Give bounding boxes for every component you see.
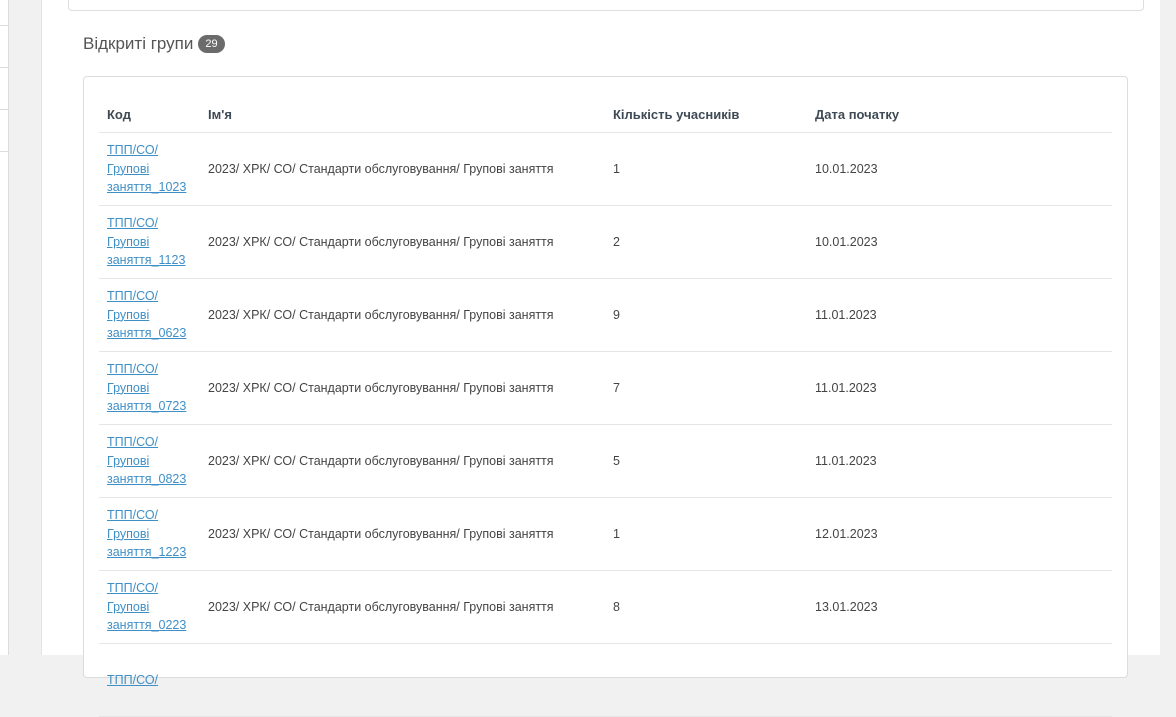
cell-name: 2023/ ХРК/ СО/ Стандарти обслуговування/…: [200, 424, 605, 498]
sidebar-divider: [0, 109, 8, 110]
cell-name: 2023/ ХРК/ СО/ Стандарти обслуговування/…: [200, 278, 605, 352]
cell-name: 2023/ ХРК/ СО/ Стандарти обслуговування/…: [200, 205, 605, 279]
column-header-code[interactable]: Код: [99, 96, 200, 133]
cell-start-date: 11.01.2023: [807, 278, 1112, 352]
group-code-link[interactable]: ТПП/СО/Групові заняття_1123: [107, 214, 192, 270]
group-code-part: Групові: [107, 161, 150, 176]
group-code-link[interactable]: ТПП/СО/Групові заняття_0223: [107, 579, 192, 635]
cell-start-date: 10.01.2023: [807, 132, 1112, 206]
cell-members: 1: [605, 497, 807, 571]
cell-code: ТПП/СО/: [99, 643, 200, 717]
group-code-part: заняття_0223: [107, 618, 187, 633]
section-title: Відкриті групи: [83, 34, 194, 53]
table-row: ТПП/СО/: [99, 643, 1112, 717]
table-row: ТПП/СО/Групові заняття_1023 2023/ ХРК/ СО/…: [99, 132, 1112, 206]
group-code-part: Групові: [107, 234, 150, 249]
group-code-part: ТПП/СО/: [107, 143, 159, 158]
group-code-part: ТПП/СО/: [107, 289, 159, 304]
group-code-part: заняття_0823: [107, 472, 187, 487]
cell-code: ТПП/СО/Групові заняття_0223: [99, 570, 200, 644]
cell-code: ТПП/СО/Групові заняття_1023: [99, 132, 200, 206]
cell-members: 2: [605, 205, 807, 279]
group-count-badge: 29: [198, 35, 225, 53]
group-code-part: ТПП/СО/: [107, 435, 159, 450]
group-code-part: заняття_0623: [107, 326, 187, 341]
group-code-link[interactable]: ТПП/СО/Групові заняття_0823: [107, 433, 192, 489]
cell-members: [605, 643, 807, 717]
column-header-start-date[interactable]: Дата початку: [807, 96, 1112, 133]
cell-code: ТПП/СО/Групові заняття_0623: [99, 278, 200, 352]
cell-name: 2023/ ХРК/ СО/ Стандарти обслуговування/…: [200, 351, 605, 425]
main-content: Відкриті групи 29 Код Ім'я Кількість уча…: [41, 0, 1160, 717]
cell-members: 9: [605, 278, 807, 352]
cell-code: ТПП/СО/Групові заняття_0723: [99, 351, 200, 425]
sidebar-divider: [0, 67, 8, 68]
cell-start-date: 11.01.2023: [807, 424, 1112, 498]
column-header-name[interactable]: Ім'я: [200, 96, 605, 133]
table-row: ТПП/СО/Групові заняття_0623 2023/ ХРК/ СО/…: [99, 278, 1112, 352]
group-code-part: заняття_0723: [107, 399, 187, 414]
table-body: ТПП/СО/Групові заняття_1023 2023/ ХРК/ СО/…: [99, 132, 1112, 717]
group-code-part: Групові: [107, 307, 150, 322]
table-row: ТПП/СО/Групові заняття_1223 2023/ ХРК/ СО/…: [99, 497, 1112, 571]
cell-code: ТПП/СО/Групові заняття_1223: [99, 497, 200, 571]
previous-section-card: [68, 0, 1144, 11]
cell-members: 1: [605, 132, 807, 206]
cell-name: [200, 643, 605, 717]
group-code-part: ТПП/СО/: [107, 672, 159, 687]
table-row: ТПП/СО/Групові заняття_0823 2023/ ХРК/ СО/…: [99, 424, 1112, 498]
group-code-link[interactable]: ТПП/СО/Групові заняття_0623: [107, 287, 192, 343]
group-code-part: Групові: [107, 380, 150, 395]
group-code-part: Групові: [107, 453, 150, 468]
cell-name: 2023/ ХРК/ СО/ Стандарти обслуговування/…: [200, 132, 605, 206]
cell-name: 2023/ ХРК/ СО/ Стандарти обслуговування/…: [200, 497, 605, 571]
group-code-part: ТПП/СО/: [107, 362, 159, 377]
cell-code: ТПП/СО/Групові заняття_0823: [99, 424, 200, 498]
group-code-part: заняття_1023: [107, 180, 187, 195]
table-row: ТПП/СО/Групові заняття_0723 2023/ ХРК/ СО/…: [99, 351, 1112, 425]
groups-table-card: Код Ім'я Кількість учасників Дата початк…: [83, 76, 1128, 717]
cell-members: 7: [605, 351, 807, 425]
table-row: ТПП/СО/Групові заняття_1123 2023/ ХРК/ СО/…: [99, 205, 1112, 279]
group-code-part: ТПП/СО/: [107, 216, 159, 231]
left-sidebar-edge: [0, 0, 9, 655]
group-code-part: заняття_1123: [107, 253, 186, 268]
group-code-link[interactable]: ТПП/СО/Групові заняття_1023: [107, 141, 192, 197]
sidebar-divider: [0, 25, 8, 26]
cell-members: 8: [605, 570, 807, 644]
group-code-link[interactable]: ТПП/СО/Групові заняття_0723: [107, 360, 192, 416]
groups-table: Код Ім'я Кількість учасників Дата початк…: [99, 96, 1112, 717]
cell-start-date: 10.01.2023: [807, 205, 1112, 279]
group-code-part: Групові: [107, 526, 150, 541]
cell-start-date: 11.01.2023: [807, 351, 1112, 425]
group-code-part: заняття_1223: [107, 545, 187, 560]
table-header-row: Код Ім'я Кількість учасників Дата початк…: [99, 96, 1112, 133]
cell-members: 5: [605, 424, 807, 498]
cell-start-date: 12.01.2023: [807, 497, 1112, 571]
group-code-link[interactable]: ТПП/СО/: [107, 671, 192, 690]
group-code-link[interactable]: ТПП/СО/Групові заняття_1223: [107, 506, 192, 562]
section-header: Відкриті групи 29: [83, 34, 225, 54]
group-code-part: ТПП/СО/: [107, 508, 159, 523]
cell-name: 2023/ ХРК/ СО/ Стандарти обслуговування/…: [200, 570, 605, 644]
sidebar-divider: [0, 151, 8, 152]
cell-code: ТПП/СО/Групові заняття_1123: [99, 205, 200, 279]
cell-start-date: 13.01.2023: [807, 570, 1112, 644]
group-code-part: Групові: [107, 599, 150, 614]
column-header-members[interactable]: Кількість учасників: [605, 96, 807, 133]
cell-start-date: [807, 643, 1112, 717]
table-row: ТПП/СО/Групові заняття_0223 2023/ ХРК/ СО/…: [99, 570, 1112, 644]
group-code-part: ТПП/СО/: [107, 581, 159, 596]
